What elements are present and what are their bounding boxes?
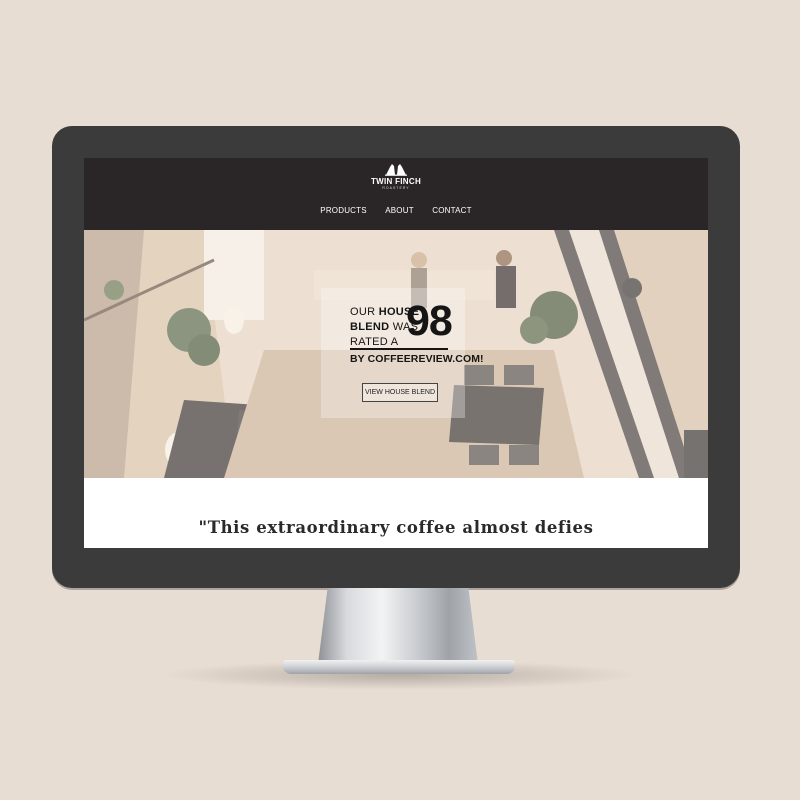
nav-item-products[interactable]: PRODUCTS — [320, 206, 367, 215]
rating-score: 98 — [406, 297, 453, 345]
monitor-stand-neck — [318, 588, 478, 664]
brand-name: TWIN FINCH — [370, 177, 422, 186]
headline-our: OUR — [350, 306, 379, 318]
monitor-screen: TWIN FINCH ROASTERY PRODUCTS ABOUT CONTA… — [84, 158, 708, 548]
rating-source: BY COFFEEREVIEW.COM! — [350, 353, 484, 365]
view-house-blend-button[interactable]: VIEW HOUSE BLEND — [362, 383, 438, 402]
brand-logo[interactable]: TWIN FINCH ROASTERY — [84, 162, 708, 191]
nav-item-contact[interactable]: CONTACT — [432, 206, 471, 215]
finch-birds-icon — [385, 164, 407, 176]
monitor-stand-base — [283, 660, 515, 674]
main-nav: PRODUCTS ABOUT CONTACT — [84, 206, 708, 215]
nav-item-about[interactable]: ABOUT — [385, 206, 414, 215]
headline-blend: BLEND — [350, 321, 390, 333]
headline-divider — [350, 348, 448, 350]
monitor-bezel: TWIN FINCH ROASTERY PRODUCTS ABOUT CONTA… — [52, 126, 740, 588]
site-header: TWIN FINCH ROASTERY PRODUCTS ABOUT CONTA… — [84, 158, 708, 230]
testimonial-quote: "This extraordinary coffee almost defies — [198, 518, 594, 537]
brand-tagline: ROASTERY — [382, 186, 410, 190]
hero-banner: OUR HOUSE BLEND WAS RATED A 98 BY COFFEE… — [84, 230, 708, 478]
